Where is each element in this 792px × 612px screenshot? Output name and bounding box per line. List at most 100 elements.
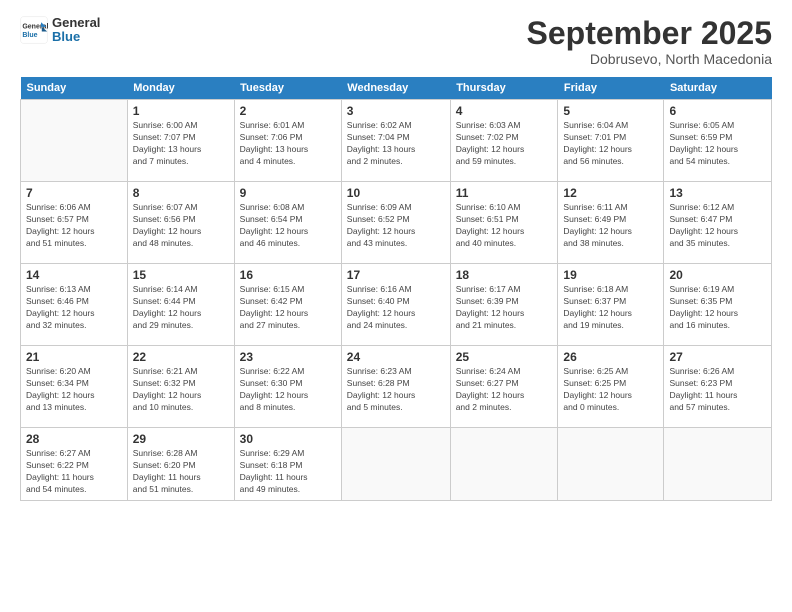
date-number: 4	[456, 104, 553, 118]
calendar-cell: 7 Sunrise: 6:06 AM Sunset: 6:57 PM Daylig…	[21, 182, 128, 264]
calendar-cell: 6 Sunrise: 6:05 AM Sunset: 6:59 PM Daylig…	[664, 100, 772, 182]
cell-info: Sunrise: 6:17 AM Sunset: 6:39 PM Dayligh…	[456, 284, 553, 332]
cell-info: Sunrise: 6:25 AM Sunset: 6:25 PM Dayligh…	[563, 366, 658, 414]
calendar-cell: 20Sunrise: 6:19 AM Sunset: 6:35 PM Dayli…	[664, 264, 772, 346]
logo-line2: Blue	[52, 30, 100, 44]
date-number: 30	[240, 432, 336, 446]
cell-info: Sunrise: 6:20 AM Sunset: 6:34 PM Dayligh…	[26, 366, 122, 414]
week-row-5: 28Sunrise: 6:27 AM Sunset: 6:22 PM Dayli…	[21, 428, 772, 501]
calendar-cell: 15 Sunrise: 6:14 AM Sunset: 6:44 PM Dayli…	[127, 264, 234, 346]
cell-info: Sunrise: 6:29 AM Sunset: 6:18 PM Dayligh…	[240, 448, 336, 496]
date-number: 13	[669, 186, 766, 200]
logo-line1: General	[52, 16, 100, 30]
date-number: 25	[456, 350, 553, 364]
cell-info: Sunrise: 6:09 AM Sunset: 6:52 PM Dayligh…	[347, 202, 445, 250]
date-number: 2	[240, 104, 336, 118]
week-row-4: 21 Sunrise: 6:20 AM Sunset: 6:34 PM Dayli…	[21, 346, 772, 428]
calendar-cell	[341, 428, 450, 501]
calendar-cell: 5 Sunrise: 6:04 AM Sunset: 7:01 PM Daylig…	[558, 100, 664, 182]
logo-icon: General Blue	[20, 16, 48, 44]
days-header-row: SundayMondayTuesdayWednesdayThursdayFrid…	[21, 77, 772, 100]
calendar-cell: 27 Sunrise: 6:26 AM Sunset: 6:23 PM Dayli…	[664, 346, 772, 428]
calendar-cell	[558, 428, 664, 501]
day-header-saturday: Saturday	[664, 77, 772, 100]
date-number: 6	[669, 104, 766, 118]
date-number: 17	[347, 268, 445, 282]
date-number: 10	[347, 186, 445, 200]
calendar-cell: 21 Sunrise: 6:20 AM Sunset: 6:34 PM Dayli…	[21, 346, 128, 428]
calendar-cell: 2 Sunrise: 6:01 AM Sunset: 7:06 PM Daylig…	[234, 100, 341, 182]
cell-info: Sunrise: 6:12 AM Sunset: 6:47 PM Dayligh…	[669, 202, 766, 250]
cell-info: Sunrise: 6:15 AM Sunset: 6:42 PM Dayligh…	[240, 284, 336, 332]
cell-info: Sunrise: 6:26 AM Sunset: 6:23 PM Dayligh…	[669, 366, 766, 414]
cell-info: Sunrise: 6:11 AM Sunset: 6:49 PM Dayligh…	[563, 202, 658, 250]
date-number: 3	[347, 104, 445, 118]
date-number: 14	[26, 268, 122, 282]
date-number: 23	[240, 350, 336, 364]
calendar-cell: 25 Sunrise: 6:24 AM Sunset: 6:27 PM Dayli…	[450, 346, 558, 428]
date-number: 16	[240, 268, 336, 282]
date-number: 24	[347, 350, 445, 364]
calendar-cell: 1 Sunrise: 6:00 AM Sunset: 7:07 PM Daylig…	[127, 100, 234, 182]
cell-info: Sunrise: 6:21 AM Sunset: 6:32 PM Dayligh…	[133, 366, 229, 414]
cell-info: Sunrise: 6:01 AM Sunset: 7:06 PM Dayligh…	[240, 120, 336, 168]
cell-info: Sunrise: 6:28 AM Sunset: 6:20 PM Dayligh…	[133, 448, 229, 496]
calendar-cell: 28Sunrise: 6:27 AM Sunset: 6:22 PM Dayli…	[21, 428, 128, 501]
cell-info: Sunrise: 6:23 AM Sunset: 6:28 PM Dayligh…	[347, 366, 445, 414]
date-number: 20	[669, 268, 766, 282]
calendar-cell: 24 Sunrise: 6:23 AM Sunset: 6:28 PM Dayli…	[341, 346, 450, 428]
cell-info: Sunrise: 6:06 AM Sunset: 6:57 PM Dayligh…	[26, 202, 122, 250]
calendar-cell: 11Sunrise: 6:10 AM Sunset: 6:51 PM Dayli…	[450, 182, 558, 264]
calendar-table: SundayMondayTuesdayWednesdayThursdayFrid…	[20, 77, 772, 501]
calendar-cell	[21, 100, 128, 182]
date-number: 26	[563, 350, 658, 364]
cell-info: Sunrise: 6:27 AM Sunset: 6:22 PM Dayligh…	[26, 448, 122, 496]
calendar-cell: 9Sunrise: 6:08 AM Sunset: 6:54 PM Daylig…	[234, 182, 341, 264]
calendar-cell	[450, 428, 558, 501]
week-row-3: 14 Sunrise: 6:13 AM Sunset: 6:46 PM Dayli…	[21, 264, 772, 346]
cell-info: Sunrise: 6:13 AM Sunset: 6:46 PM Dayligh…	[26, 284, 122, 332]
cell-info: Sunrise: 6:04 AM Sunset: 7:01 PM Dayligh…	[563, 120, 658, 168]
date-number: 18	[456, 268, 553, 282]
week-row-2: 7 Sunrise: 6:06 AM Sunset: 6:57 PM Daylig…	[21, 182, 772, 264]
calendar-cell: 30 Sunrise: 6:29 AM Sunset: 6:18 PM Dayli…	[234, 428, 341, 501]
date-number: 12	[563, 186, 658, 200]
cell-info: Sunrise: 6:10 AM Sunset: 6:51 PM Dayligh…	[456, 202, 553, 250]
calendar-cell: 19Sunrise: 6:18 AM Sunset: 6:37 PM Dayli…	[558, 264, 664, 346]
logo: General Blue General Blue	[20, 16, 100, 45]
day-header-wednesday: Wednesday	[341, 77, 450, 100]
calendar-cell: 10 Sunrise: 6:09 AM Sunset: 6:52 PM Dayli…	[341, 182, 450, 264]
calendar-cell: 22Sunrise: 6:21 AM Sunset: 6:32 PM Dayli…	[127, 346, 234, 428]
calendar-cell: 3 Sunrise: 6:02 AM Sunset: 7:04 PM Daylig…	[341, 100, 450, 182]
date-number: 5	[563, 104, 658, 118]
calendar-cell	[664, 428, 772, 501]
cell-info: Sunrise: 6:14 AM Sunset: 6:44 PM Dayligh…	[133, 284, 229, 332]
date-number: 29	[133, 432, 229, 446]
cell-info: Sunrise: 6:02 AM Sunset: 7:04 PM Dayligh…	[347, 120, 445, 168]
calendar-cell: 14 Sunrise: 6:13 AM Sunset: 6:46 PM Dayli…	[21, 264, 128, 346]
calendar-cell: 26 Sunrise: 6:25 AM Sunset: 6:25 PM Dayli…	[558, 346, 664, 428]
date-number: 27	[669, 350, 766, 364]
calendar-cell: 4Sunrise: 6:03 AM Sunset: 7:02 PM Daylig…	[450, 100, 558, 182]
cell-info: Sunrise: 6:05 AM Sunset: 6:59 PM Dayligh…	[669, 120, 766, 168]
date-number: 8	[133, 186, 229, 200]
date-number: 1	[133, 104, 229, 118]
location-subtitle: Dobrusevo, North Macedonia	[527, 51, 772, 67]
day-header-tuesday: Tuesday	[234, 77, 341, 100]
day-header-monday: Monday	[127, 77, 234, 100]
day-header-thursday: Thursday	[450, 77, 558, 100]
svg-text:Blue: Blue	[22, 32, 37, 39]
cell-info: Sunrise: 6:07 AM Sunset: 6:56 PM Dayligh…	[133, 202, 229, 250]
page-header: General Blue General Blue September 2025…	[20, 16, 772, 67]
cell-info: Sunrise: 6:22 AM Sunset: 6:30 PM Dayligh…	[240, 366, 336, 414]
week-row-1: 1 Sunrise: 6:00 AM Sunset: 7:07 PM Daylig…	[21, 100, 772, 182]
calendar-cell: 12 Sunrise: 6:11 AM Sunset: 6:49 PM Dayli…	[558, 182, 664, 264]
cell-info: Sunrise: 6:24 AM Sunset: 6:27 PM Dayligh…	[456, 366, 553, 414]
date-number: 15	[133, 268, 229, 282]
cell-info: Sunrise: 6:00 AM Sunset: 7:07 PM Dayligh…	[133, 120, 229, 168]
date-number: 7	[26, 186, 122, 200]
cell-info: Sunrise: 6:18 AM Sunset: 6:37 PM Dayligh…	[563, 284, 658, 332]
calendar-cell: 13 Sunrise: 6:12 AM Sunset: 6:47 PM Dayli…	[664, 182, 772, 264]
calendar-cell: 18 Sunrise: 6:17 AM Sunset: 6:39 PM Dayli…	[450, 264, 558, 346]
date-number: 21	[26, 350, 122, 364]
